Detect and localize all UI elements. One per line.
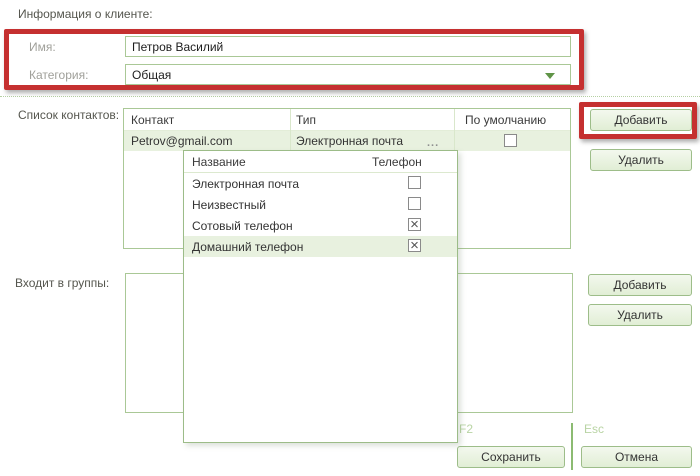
default-checkbox[interactable] [504, 134, 517, 147]
contacts-table-header: Контакт Тип По умолчанию [124, 109, 570, 131]
phone-checkbox[interactable] [408, 197, 421, 210]
category-combobox[interactable]: Общая [125, 64, 571, 85]
section-divider [0, 96, 700, 97]
client-form: Информация о клиенте: Имя: Категория: Об… [0, 0, 700, 476]
popup-header: Название Телефон [184, 151, 457, 173]
popup-column-name: Название [192, 155, 246, 169]
name-label: Имя: [29, 40, 56, 54]
form-section-title: Информация о клиенте: [18, 7, 153, 21]
category-value: Общая [132, 68, 171, 82]
type-dropdown-popup: Название Телефон Электронная почта Неизв… [183, 150, 458, 443]
popup-row-home-phone[interactable]: Домашний телефон × [184, 236, 457, 257]
phone-checkbox[interactable]: × [408, 218, 421, 231]
column-separator [454, 109, 455, 151]
category-label: Категория: [29, 68, 88, 82]
name-input[interactable] [125, 36, 571, 57]
column-separator [290, 109, 291, 151]
popup-row-label: Неизвестный [192, 198, 266, 212]
popup-row-cell-phone[interactable]: Сотовый телефон × [184, 215, 457, 236]
groups-delete-button[interactable]: Удалить [588, 304, 692, 326]
column-header-default[interactable]: По умолчанию [465, 113, 546, 127]
column-header-type[interactable]: Тип [296, 113, 316, 127]
popup-row-label: Сотовый телефон [192, 219, 293, 233]
contacts-add-button[interactable]: Добавить [590, 109, 692, 131]
contacts-section-label: Список контактов: [18, 108, 119, 122]
popup-row-label: Электронная почта [192, 177, 299, 191]
groups-add-button[interactable]: Добавить [588, 274, 692, 296]
column-header-contact[interactable]: Контакт [131, 113, 174, 127]
footer-separator [571, 423, 573, 470]
save-hotkey-label: F2 [459, 422, 473, 436]
chevron-down-icon[interactable] [545, 73, 555, 79]
popup-row-label: Домашний телефон [192, 240, 303, 254]
cancel-button[interactable]: Отмена [581, 446, 692, 468]
save-button[interactable]: Сохранить [457, 446, 565, 468]
contacts-delete-button[interactable]: Удалить [590, 149, 692, 171]
contact-cell-type: Электронная почта [296, 134, 403, 148]
contact-table-row[interactable]: Petrov@gmail.com Электронная почта ... [124, 131, 570, 151]
cancel-hotkey-label: Esc [584, 422, 604, 436]
phone-checkbox[interactable] [408, 176, 421, 189]
type-picker-button[interactable]: ... [427, 138, 439, 148]
groups-section-label: Входит в группы: [15, 276, 109, 290]
phone-checkbox[interactable]: × [408, 239, 421, 252]
popup-column-phone: Телефон [372, 155, 422, 169]
contact-cell-email: Petrov@gmail.com [131, 134, 233, 148]
popup-row-email[interactable]: Электронная почта [184, 173, 457, 194]
popup-row-unknown[interactable]: Неизвестный [184, 194, 457, 215]
